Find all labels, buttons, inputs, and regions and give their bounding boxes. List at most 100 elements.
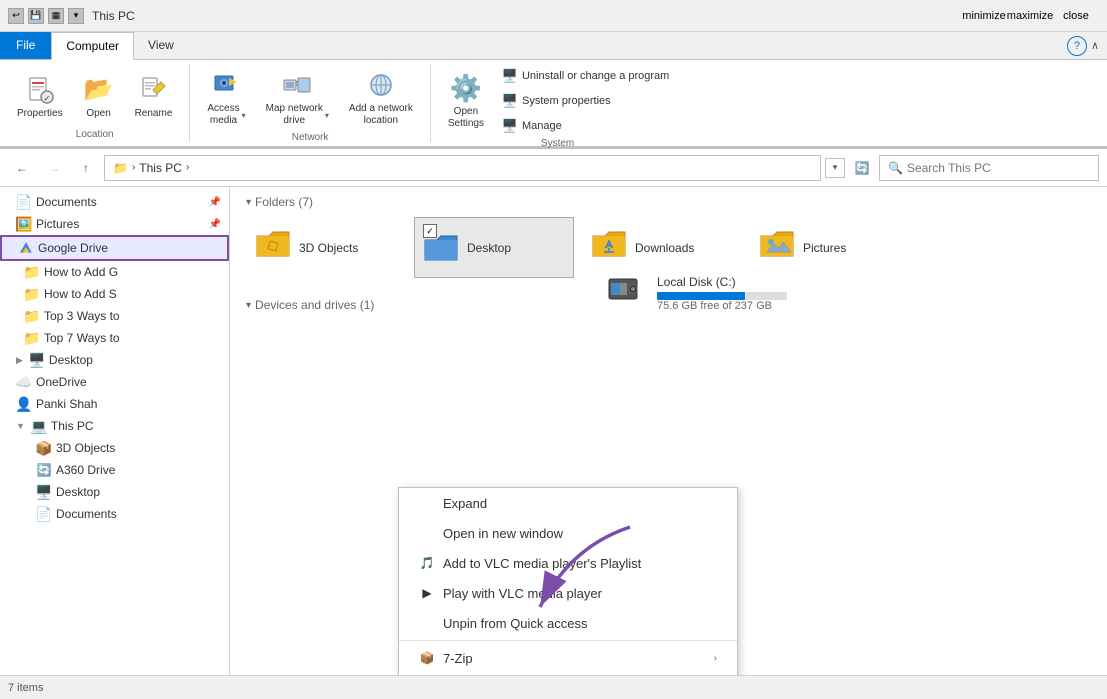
ctx-7zip-label: 7-Zip bbox=[443, 651, 473, 666]
sidebar-item-google-drive[interactable]: Google Drive bbox=[0, 235, 229, 261]
sidebar-label-this-pc: This PC bbox=[51, 419, 94, 433]
devices-section: ▾ Devices and drives (1) Local Disk (C:) bbox=[246, 298, 1091, 326]
sidebar-item-documents-under-pc[interactable]: 📄 Documents bbox=[0, 503, 229, 525]
folders-section-label: Folders (7) bbox=[255, 195, 313, 209]
ribbon-collapse-icon[interactable]: ∧ bbox=[1091, 39, 1099, 52]
maximize-button[interactable]: maximize bbox=[1007, 0, 1053, 32]
back-button[interactable]: ← bbox=[8, 154, 36, 182]
open-icon: 📂 bbox=[83, 74, 115, 106]
ctx-play-vlc-icon: ▶ bbox=[419, 585, 435, 601]
ctx-unpin[interactable]: Unpin from Quick access bbox=[399, 608, 737, 638]
pictures-icon: 🖼️ bbox=[16, 216, 32, 232]
devices-chevron[interactable]: ▾ bbox=[246, 300, 251, 311]
minimize-button[interactable]: minimize bbox=[961, 0, 1007, 32]
rename-label: Rename bbox=[135, 108, 173, 120]
ctx-open-label: Open in new window bbox=[443, 526, 563, 541]
sidebar-item-top-7-ways[interactable]: 📁 Top 7 Ways to bbox=[0, 327, 229, 349]
folder-label-desktop: Desktop bbox=[467, 241, 511, 255]
map-network-drive-button[interactable]: Map network drive ▾ bbox=[257, 64, 338, 132]
sidebar-item-onedrive[interactable]: ☁️ OneDrive bbox=[0, 371, 229, 393]
system-properties-icon: 🖥️ bbox=[502, 93, 518, 109]
map-network-dropdown[interactable]: ▾ bbox=[325, 111, 329, 120]
uninstall-program-button[interactable]: 🖥️ Uninstall or change a program bbox=[495, 64, 676, 88]
ctx-7zip[interactable]: 📦 7-Zip › bbox=[399, 643, 737, 673]
sidebar-item-a360-drive[interactable]: 🔄 A360 Drive bbox=[0, 459, 229, 481]
up-button[interactable]: ↑ bbox=[72, 154, 100, 182]
ctx-unpin-left: Unpin from Quick access bbox=[419, 615, 588, 631]
open-settings-button[interactable]: ⚙️ Open Settings bbox=[439, 67, 493, 135]
sidebar-item-panki-shah[interactable]: 👤 Panki Shah bbox=[0, 393, 229, 415]
3d-objects-icon: 📦 bbox=[36, 440, 52, 456]
content-area: ▾ Folders (7) 3D Objects ✓ Desktop bbox=[230, 187, 1107, 675]
sidebar-item-documents-pinned[interactable]: 📄 Documents 📌 bbox=[0, 191, 229, 213]
desktop-check-mark: ✓ bbox=[423, 224, 437, 238]
sidebar-label-onedrive: OneDrive bbox=[36, 375, 87, 389]
access-media-dropdown[interactable]: ▾ bbox=[242, 111, 246, 120]
desktop-sidebar-icon: 🖥️ bbox=[29, 352, 45, 368]
sidebar-item-top-3-ways[interactable]: 📁 Top 3 Ways to bbox=[0, 305, 229, 327]
ctx-open-new-window[interactable]: Open in new window bbox=[399, 518, 737, 548]
sidebar-item-this-pc[interactable]: ▼ 💻 This PC bbox=[0, 415, 229, 437]
add-network-location-button[interactable]: Add a network location bbox=[340, 64, 422, 132]
device-info: Local Disk (C:) 75.6 GB free of 237 GB bbox=[657, 275, 787, 312]
rename-button[interactable]: Rename bbox=[126, 69, 182, 125]
close-button[interactable]: close bbox=[1053, 0, 1099, 32]
pin-icon-pictures: 📌 bbox=[209, 219, 221, 230]
folder-icon-3: 📁 bbox=[24, 308, 40, 324]
rename-icon bbox=[137, 74, 169, 106]
tab-file[interactable]: File bbox=[0, 32, 51, 59]
dropdown-icon[interactable]: ▾ bbox=[68, 8, 84, 24]
save-icon[interactable]: 💾 bbox=[28, 8, 44, 24]
sidebar-label-how-to-add-g: How to Add G bbox=[44, 265, 118, 279]
sidebar-label-top-3-ways: Top 3 Ways to bbox=[44, 309, 120, 323]
ctx-expand-label: Expand bbox=[443, 496, 487, 511]
forward-button[interactable]: → bbox=[40, 154, 68, 182]
context-menu: Expand Open in new window 🎵 Add to VLC m… bbox=[398, 487, 738, 675]
location-buttons: ✓ Properties 📂 Open Rename bbox=[8, 64, 181, 129]
properties-button[interactable]: ✓ Properties bbox=[8, 69, 72, 125]
documents-icon: 📄 bbox=[16, 194, 32, 210]
title-bar-controls: minimize maximize close bbox=[961, 0, 1099, 32]
ctx-crc-sha[interactable]: CRC SHA › bbox=[399, 673, 737, 675]
manage-button[interactable]: 🖥️ Manage bbox=[495, 114, 676, 138]
sidebar-item-how-to-add-g[interactable]: 📁 How to Add G bbox=[0, 261, 229, 283]
window-title: This PC bbox=[92, 9, 961, 23]
network-group-label: Network bbox=[292, 132, 329, 145]
location-group-label: Location bbox=[76, 129, 114, 142]
ctx-add-vlc[interactable]: 🎵 Add to VLC media player's Playlist bbox=[399, 548, 737, 578]
ribbon-help-icon[interactable]: ? bbox=[1067, 36, 1087, 56]
ctx-7zip-icon: 📦 bbox=[419, 650, 435, 666]
grid-icon[interactable]: ▦ bbox=[48, 8, 64, 24]
map-network-icon bbox=[281, 69, 313, 101]
address-bar[interactable]: 📁 › This PC › bbox=[104, 155, 821, 181]
search-input[interactable] bbox=[907, 161, 1090, 175]
documents-under-pc-icon: 📄 bbox=[36, 506, 52, 522]
search-bar: 🔍 bbox=[879, 155, 1099, 181]
folder-item-pictures[interactable]: Pictures bbox=[750, 217, 910, 278]
system-properties-button[interactable]: 🖥️ System properties bbox=[495, 89, 676, 113]
open-button[interactable]: 📂 Open bbox=[74, 69, 124, 125]
properties-icon: ✓ bbox=[24, 74, 56, 106]
expand-desktop: ▶ bbox=[16, 355, 23, 366]
sidebar-item-3d-objects[interactable]: 📦 3D Objects bbox=[0, 437, 229, 459]
tab-view[interactable]: View bbox=[134, 32, 188, 59]
quick-access-icon[interactable]: ↩ bbox=[8, 8, 24, 24]
folder-item-3d-objects[interactable]: 3D Objects bbox=[246, 217, 406, 278]
sidebar-item-how-to-add-s[interactable]: 📁 How to Add S bbox=[0, 283, 229, 305]
folder-item-desktop[interactable]: ✓ Desktop bbox=[414, 217, 574, 278]
ctx-expand[interactable]: Expand bbox=[399, 488, 737, 518]
sidebar-item-desktop[interactable]: ▶ 🖥️ Desktop bbox=[0, 349, 229, 371]
access-media-button[interactable]: Access media ▾ bbox=[198, 64, 254, 132]
refresh-button[interactable]: 🔄 bbox=[849, 155, 875, 181]
uninstall-icon: 🖥️ bbox=[502, 68, 518, 84]
google-drive-icon bbox=[18, 240, 34, 256]
sidebar-label-desktop-under-pc: Desktop bbox=[56, 485, 100, 499]
ctx-play-vlc[interactable]: ▶ Play with VLC media player bbox=[399, 578, 737, 608]
sidebar-item-pictures-pinned[interactable]: 🖼️ Pictures 📌 bbox=[0, 213, 229, 235]
sidebar-item-desktop-under-pc[interactable]: 🖥️ Desktop bbox=[0, 481, 229, 503]
tab-computer[interactable]: Computer bbox=[51, 32, 134, 60]
address-dropdown-button[interactable]: ▾ bbox=[825, 158, 845, 178]
folders-chevron[interactable]: ▾ bbox=[246, 197, 251, 208]
device-name: Local Disk (C:) bbox=[657, 275, 787, 289]
folders-section-header: ▾ Folders (7) bbox=[246, 195, 1091, 209]
